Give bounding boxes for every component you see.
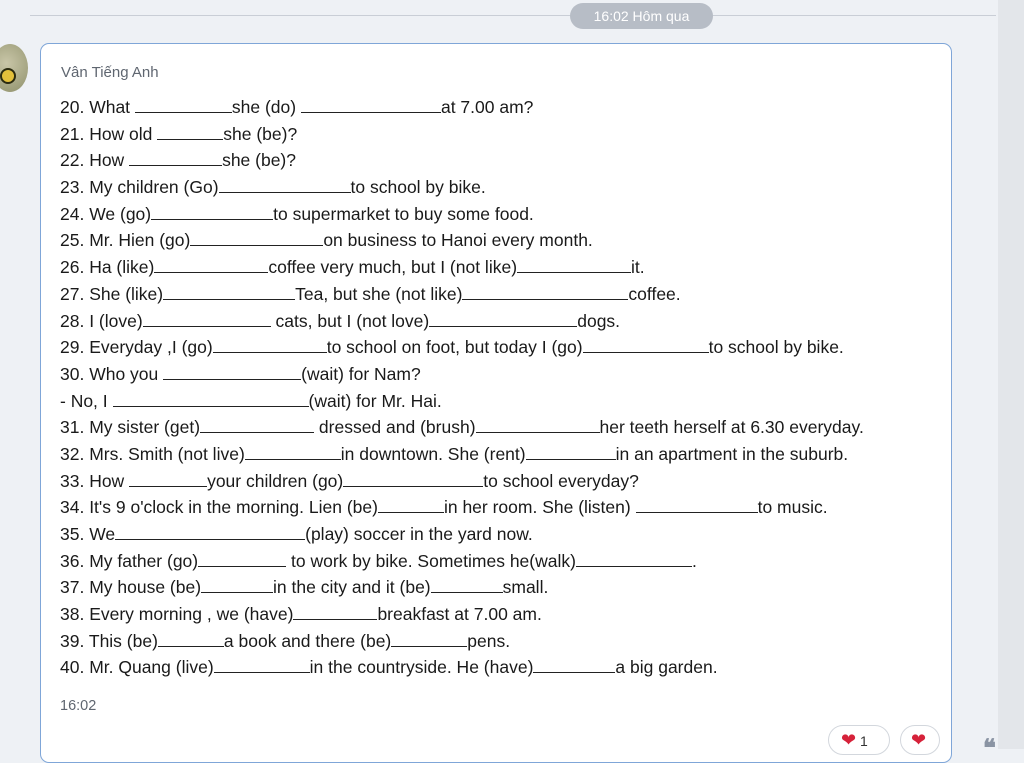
reaction-heart-count[interactable]: ❤ 1 <box>828 725 890 755</box>
sender-avatar[interactable] <box>0 44 28 92</box>
exercise-line: 38. Every morning , we (have) breakfast a… <box>60 604 542 625</box>
exercise-line: 27. She (like) Tea, but she (not like) cof… <box>60 283 681 304</box>
exercise-line: 25. Mr. Hien (go) on business to Hanoi ev… <box>60 230 593 251</box>
message-bubble[interactable]: Vân Tiếng Anh 20. What she (do) at 7.00 … <box>40 43 952 763</box>
exercise-line: 23. My children (Go) to school by bike. <box>60 177 486 198</box>
exercise-line: 40. Mr. Quang (live) in the countryside. … <box>60 657 718 678</box>
message-timestamp: 16:02 <box>60 698 97 714</box>
right-panel-edge <box>998 0 1024 749</box>
exercise-text: 20. What she (do) at 7.00 am? 21. How ol… <box>60 94 864 681</box>
exercise-line: 26. Ha (like) coffee very much, but I (no… <box>60 257 645 278</box>
exercise-line: 28. I (love) cats, but I (not love) dogs. <box>60 310 621 331</box>
exercise-line: 22. How she (be)? <box>60 150 296 171</box>
heart-icon: ❤ <box>841 730 857 750</box>
time-divider-pill: 16:02 Hôm qua <box>570 3 713 29</box>
exercise-line: 34. It's 9 o'clock in the morning. Lien … <box>60 497 828 518</box>
exercise-line: - No, I (wait) for Mr. Hai. <box>60 390 442 411</box>
exercise-line: 39. This (be) a book and there (be) pens. <box>60 630 511 651</box>
reaction-count: 1 <box>859 733 868 749</box>
exercise-line: 29. Everyday ,I (go) to school on foot, b… <box>60 337 844 358</box>
exercise-line: 31. My sister (get) dressed and (brush) h… <box>60 417 864 438</box>
heart-icon: ❤ <box>911 730 927 750</box>
add-heart-reaction-button[interactable]: ❤ <box>900 725 940 755</box>
exercise-line: 37. My house (be) in the city and it (be)… <box>60 577 549 598</box>
sender-name: Vân Tiếng Anh <box>61 64 159 81</box>
exercise-line: 21. How old she (be)? <box>60 123 298 144</box>
exercise-line: 36. My father (go) to work by bike. Some… <box>60 550 697 571</box>
exercise-line: 20. What she (do) at 7.00 am? <box>60 97 534 117</box>
avatar-key-icon <box>0 68 16 84</box>
exercise-line: 32. Mrs. Smith (not live) in downtown. Sh… <box>60 443 849 464</box>
exercise-line: 30. Who you (wait) for Nam? <box>60 363 421 384</box>
exercise-line: 33. How your children (go) to school ever… <box>60 470 639 491</box>
exercise-line: 35. We (play) soccer in the yard now. <box>60 524 533 544</box>
exercise-line: 24. We (go) to supermarket to buy some fo… <box>60 203 534 224</box>
timeline-divider <box>30 15 996 16</box>
